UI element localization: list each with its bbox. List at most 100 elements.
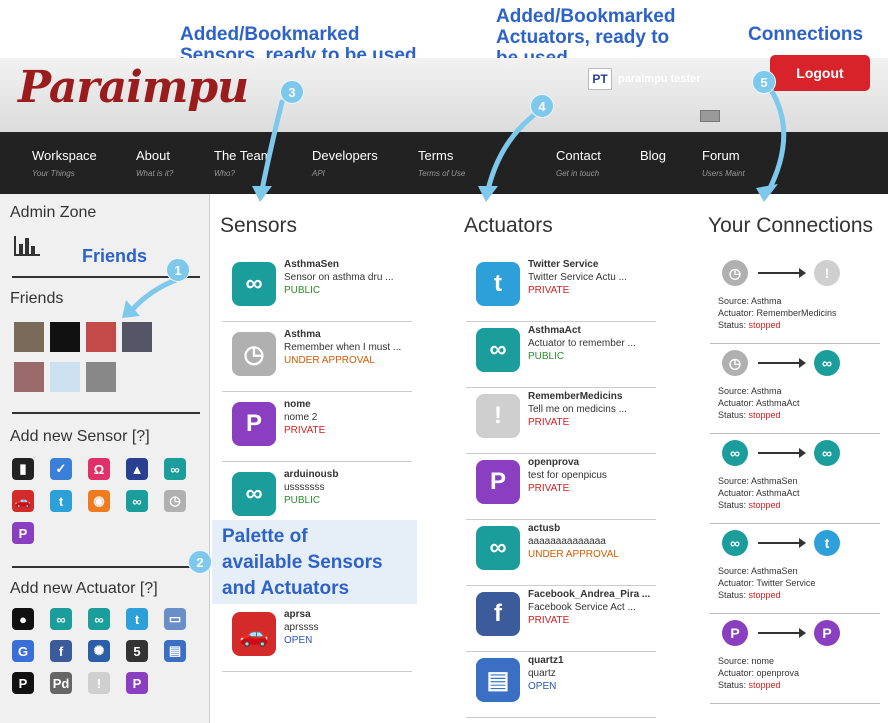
item-description: Remember when I must ...	[284, 342, 402, 353]
five-icon[interactable]: 5	[126, 640, 148, 662]
item-name[interactable]: Facebook_Andrea_Pira ...	[528, 589, 650, 600]
p-square-glyph: P	[18, 675, 28, 691]
paraimpu-p-icon[interactable]: P	[126, 672, 148, 694]
arduino-icon[interactable]: ∞	[164, 458, 186, 480]
paraimpu-p-icon: P	[476, 460, 520, 504]
logout-button[interactable]: Logout	[770, 55, 870, 91]
item-description: aprssss	[284, 622, 319, 633]
nav-label: Forum	[702, 148, 740, 163]
list-item[interactable]: t Twitter Service Twitter Service Actu ...…	[466, 252, 656, 322]
arrow-icon	[758, 538, 806, 548]
friend-avatar[interactable]	[14, 322, 44, 352]
nav-item-the-team[interactable]: The Team Who?	[214, 148, 272, 178]
arduino-icon: ∞	[814, 440, 840, 466]
arduino-glyph: ∞	[170, 461, 180, 477]
rfid-reader-icon[interactable]: ▮	[12, 458, 34, 480]
user-avatar: PT	[588, 68, 612, 90]
friend-avatar[interactable]	[50, 362, 80, 392]
paraimpu-p-icon[interactable]: P	[12, 522, 34, 544]
twitter-icon[interactable]: t	[126, 608, 148, 630]
octopus-icon[interactable]: ✺	[88, 640, 110, 662]
list-item[interactable]: f Facebook_Andrea_Pira ... Facebook Servic…	[466, 582, 656, 652]
screen-icon[interactable]: ▭	[164, 608, 186, 630]
arduino-icon: ∞	[722, 530, 748, 556]
connection-status: Status: stopped	[718, 680, 781, 690]
bulb-glyph: ●	[19, 611, 27, 627]
nav-item-forum[interactable]: Forum Users Maint	[702, 148, 745, 178]
user-info[interactable]: PT paraimpu tester	[588, 68, 701, 90]
list-item[interactable]: ∞ AsthmaSen Sensor on asthma dru ... PUBLIC	[222, 252, 412, 322]
item-name[interactable]: aprsa	[284, 609, 311, 620]
list-item[interactable]: ∞ AsthmaAct Actuator to remember ... PUBLIC	[466, 318, 656, 388]
item-name[interactable]: nome	[284, 399, 311, 410]
list-item[interactable]: ∞ actusb aaaaaaaaaaaaaa UNDER APPROVAL	[466, 516, 656, 586]
pd-glyph: Pd	[52, 675, 70, 691]
nav-item-terms[interactable]: Terms Terms of Use	[418, 148, 465, 178]
status-badge: UNDER APPROVAL	[528, 549, 619, 560]
admin-zone-link[interactable]: Admin Zone	[10, 204, 96, 222]
divider	[710, 703, 880, 704]
friend-avatar[interactable]	[14, 362, 44, 392]
connection-item[interactable]: ∞ t Source: AsthmaSen Actuator: Twitter Ser…	[710, 524, 880, 614]
thermometer-icon[interactable]: !	[88, 672, 110, 694]
friend-avatar[interactable]	[86, 362, 116, 392]
list-item[interactable]: 🚗 aprsa aprssss OPEN	[222, 602, 412, 672]
item-description: usssssss	[284, 482, 325, 493]
nav-item-contact[interactable]: Contact Get in touch	[556, 148, 601, 178]
item-name[interactable]: openprova	[528, 457, 579, 468]
item-name[interactable]: arduinousb	[284, 469, 338, 480]
badge-4: 4	[530, 94, 554, 118]
checkbox-glyph: ✓	[55, 461, 67, 476]
search-arduino-icon[interactable]: ∞	[126, 490, 148, 512]
add-sensor-title[interactable]: Add new Sensor [?]	[10, 428, 150, 446]
friend-avatar[interactable]	[86, 322, 116, 352]
connection-status: Status: stopped	[718, 410, 781, 420]
car-icon[interactable]: 🚗	[12, 490, 34, 512]
mountain-icon[interactable]: ▲	[126, 458, 148, 480]
add-actuator-title[interactable]: Add new Actuator [?]	[10, 580, 158, 598]
stopwatch-icon[interactable]: ◷	[164, 490, 186, 512]
arduino-icon[interactable]: ∞	[88, 608, 110, 630]
actuator-glyph: ∞	[822, 445, 832, 461]
mail-icon[interactable]	[700, 110, 720, 122]
twitter-icon[interactable]: t	[50, 490, 72, 512]
rss-icon[interactable]: ◉	[88, 490, 110, 512]
connection-item[interactable]: ∞ ∞ Source: AsthmaSen Actuator: AsthmaAct St…	[710, 434, 880, 524]
nav-label: Blog	[640, 148, 667, 163]
nav-item-blog[interactable]: Blog	[640, 148, 666, 169]
item-name[interactable]: RememberMedicins	[528, 391, 622, 402]
badge-1: 1	[166, 258, 190, 282]
connection-item[interactable]: ◷ ∞ Source: Asthma Actuator: AsthmaAct Statu…	[710, 344, 880, 434]
bulb-icon[interactable]: ●	[12, 608, 34, 630]
nav-item-workspace[interactable]: Workspace Your Things	[32, 148, 97, 178]
list-item[interactable]: Pnome nome 2 PRIVATE	[222, 392, 412, 462]
bar-chart-icon[interactable]	[14, 236, 40, 256]
nav-sublabel: What is it?	[136, 169, 174, 178]
list-item[interactable]: ◷ Asthma Remember when I must ... UNDER APP…	[222, 322, 412, 392]
friend-avatar[interactable]	[50, 322, 80, 352]
facebook-icon[interactable]: f	[50, 640, 72, 662]
list-item[interactable]: Popenprova test for openpicus PRIVATE	[466, 450, 656, 520]
nav-item-developers[interactable]: Developers API	[312, 148, 378, 178]
nav-item-about[interactable]: About What is it?	[136, 148, 173, 178]
item-name[interactable]: Twitter Service	[528, 259, 598, 270]
item-name[interactable]: Asthma	[284, 329, 321, 340]
friend-avatar[interactable]	[122, 322, 152, 352]
p-square-icon[interactable]: P	[12, 672, 34, 694]
arduino-icon[interactable]: ∞	[50, 608, 72, 630]
item-name[interactable]: AsthmaAct	[528, 325, 581, 336]
item-name[interactable]: quartz1	[528, 655, 564, 666]
list-item[interactable]: ! RememberMedicins Tell me on medicins ...…	[466, 384, 656, 454]
connection-item[interactable]: P P Source: nome Actuator: openprova Status:…	[710, 614, 880, 704]
list-item[interactable]: ▤ quartz1 quartz OPEN	[466, 648, 656, 718]
checkbox-icon[interactable]: ✓	[50, 458, 72, 480]
google-icon[interactable]: G	[12, 640, 34, 662]
connection-item[interactable]: ◷! Source: Asthma Actuator: RememberMedici…	[710, 254, 880, 344]
bracket-icon[interactable]: Ω	[88, 458, 110, 480]
logo[interactable]: Paraimpu	[18, 62, 249, 113]
status-badge: UNDER APPROVAL	[284, 355, 375, 366]
item-name[interactable]: actusb	[528, 523, 560, 534]
pd-icon[interactable]: Pd	[50, 672, 72, 694]
item-name[interactable]: AsthmaSen	[284, 259, 339, 270]
quartz-icon[interactable]: ▤	[164, 640, 186, 662]
